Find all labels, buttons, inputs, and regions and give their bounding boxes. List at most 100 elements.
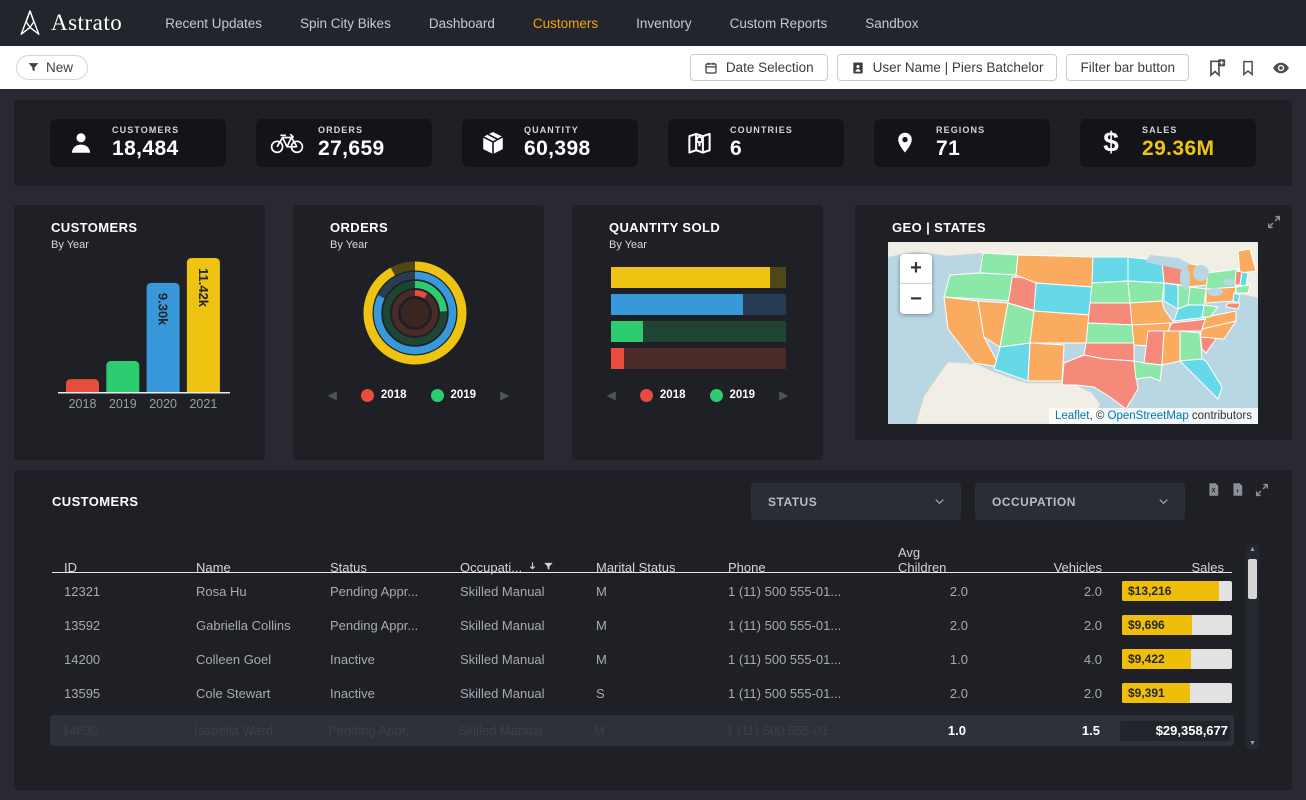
orders-chart-panel: ORDERS By Year ◀20182019▶ [293, 205, 544, 460]
nav-item-sandbox[interactable]: Sandbox [846, 16, 937, 31]
chart-subtitle: By Year [609, 239, 647, 251]
kpi-tile-orders: ORDERS 27,659 [256, 119, 432, 167]
cell-sales: $13,216 [1110, 581, 1232, 601]
us-states-map[interactable]: + − Leaflet, © OpenStreetMap contributor… [888, 242, 1258, 424]
sales-value: $13,216 [1128, 584, 1171, 598]
total-sales: $29,358,677 [1108, 721, 1230, 741]
kpi-text: REGIONS71 [936, 125, 985, 161]
occupation-filter-dropdown[interactable]: OCCUPATION [975, 483, 1185, 520]
cell-status: Pending Appr... [318, 618, 448, 633]
sort-desc-icon[interactable] [527, 560, 538, 575]
legend-entry-2019[interactable]: 2019 [710, 389, 756, 402]
bar-value-label: 9.30k [156, 293, 171, 326]
filter-bar-label: Filter bar button [1080, 60, 1175, 75]
qty-bar-2019[interactable] [611, 321, 786, 342]
eye-icon[interactable] [1270, 59, 1292, 77]
nav-item-custom-reports[interactable]: Custom Reports [711, 16, 847, 31]
qty-bar-2018[interactable] [611, 348, 786, 369]
kpi-text: COUNTRIES6 [730, 125, 793, 161]
kpi-label: COUNTRIES [730, 125, 793, 135]
new-filter-button[interactable]: New [16, 55, 88, 80]
qty-bar-2021[interactable] [611, 267, 786, 288]
cell-phone: 1 (11) 500 555-01... [716, 652, 898, 667]
cell-vehicles: 2.0 [976, 618, 1110, 633]
cell-avg-children: 1.0 [898, 652, 976, 667]
kpi-tile-countries: COUNTRIES6 [668, 119, 844, 167]
bar-2019[interactable] [106, 361, 139, 392]
bookmark-icon[interactable] [1239, 58, 1257, 78]
filter-funnel-icon [27, 61, 40, 74]
table-row[interactable]: 14200Colleen GoelInactiveSkilled ManualM… [52, 642, 1232, 676]
orders-radial-chart[interactable] [293, 205, 544, 460]
export-csv-icon[interactable]: , [1230, 481, 1245, 498]
qty-bar-fill-2020 [611, 294, 743, 315]
nav-item-spin-city-bikes[interactable]: Spin City Bikes [281, 16, 410, 31]
nav-items: Recent UpdatesSpin City BikesDashboardCu… [146, 16, 937, 31]
table-row[interactable]: 13592Gabriella CollinsPending Appr...Ski… [52, 608, 1232, 642]
table-totals-row: 14830Isabella WardPending Appr...Skilled… [50, 715, 1234, 746]
export-excel-icon[interactable]: X [1206, 481, 1221, 498]
user-name-button[interactable]: User Name | Piers Batchelor [837, 54, 1058, 81]
kpi-value: 27,659 [318, 137, 385, 161]
filter-bar-button[interactable]: Filter bar button [1066, 54, 1189, 81]
quantity-bars[interactable] [611, 267, 786, 375]
cell-occupation: Skilled Manual [448, 584, 584, 599]
status-filter-dropdown[interactable]: STATUS [751, 483, 961, 520]
sales-bar: $9,696 [1122, 615, 1232, 635]
new-filter-label: New [46, 60, 73, 75]
kpi-label: QUANTITY [524, 125, 591, 135]
dollar-icon: $ [1080, 129, 1142, 157]
zoom-in-button[interactable]: + [900, 254, 932, 284]
ghost-occupation: Skilled Manual [446, 723, 582, 738]
zoom-out-button[interactable]: − [900, 284, 932, 314]
expand-icon[interactable] [1266, 214, 1282, 230]
total-sales-value: $29,358,677 [1156, 723, 1228, 738]
nav-item-dashboard[interactable]: Dashboard [410, 16, 514, 31]
legend-entry-2018[interactable]: 2018 [640, 389, 686, 402]
svg-text:$: $ [1103, 129, 1119, 157]
cell-id: 14200 [52, 652, 184, 667]
scroll-up-arrow[interactable]: ▲ [1249, 546, 1256, 554]
qty-bar-2020[interactable] [611, 294, 786, 315]
legend-prev-arrow[interactable]: ◀ [328, 388, 337, 402]
x-axis-label: 2021 [189, 397, 217, 411]
total-avg-children: 1.0 [896, 723, 974, 738]
legend-next-arrow[interactable]: ▶ [500, 388, 509, 402]
expand-icon[interactable] [1254, 482, 1270, 498]
attribution-link[interactable]: Leaflet [1055, 410, 1090, 422]
attribution-link[interactable]: OpenStreetMap [1108, 410, 1189, 422]
nav-item-inventory[interactable]: Inventory [617, 16, 711, 31]
scroll-down-arrow[interactable]: ▼ [1249, 740, 1256, 748]
kpi-text: QUANTITY60,398 [524, 125, 591, 161]
date-selection-button[interactable]: Date Selection [690, 54, 828, 81]
scroll-thumb[interactable] [1248, 559, 1257, 599]
table-scrollbar[interactable]: ▲ ▼ [1246, 545, 1259, 749]
brand[interactable]: Astrato [18, 9, 122, 37]
ghost-name: Isabella Ward [182, 723, 316, 738]
bar-2018[interactable] [66, 379, 99, 392]
choropleth-map[interactable] [888, 242, 1258, 424]
legend-entry-2018[interactable]: 2018 [361, 389, 407, 402]
kpi-label: ORDERS [318, 125, 385, 135]
sales-bar: $9,422 [1122, 649, 1232, 669]
person-icon [50, 130, 112, 156]
legend-next-arrow[interactable]: ▶ [779, 388, 788, 402]
cell-marital-status: S [584, 686, 716, 701]
legend-entry-2019[interactable]: 2019 [431, 389, 477, 402]
table-row[interactable]: 13595Cole StewartInactiveSkilled ManualS… [52, 676, 1232, 710]
cell-phone: 1 (11) 500 555-01... [716, 584, 898, 599]
table-row[interactable]: 12321Rosa HuPending Appr...Skilled Manua… [52, 574, 1232, 608]
map-attribution: Leaflet, © OpenStreetMap contributors [1049, 408, 1258, 424]
nav-item-customers[interactable]: Customers [514, 16, 617, 31]
bookmark-add-icon[interactable] [1206, 58, 1226, 78]
kpi-text: SALES29.36M [1142, 125, 1214, 161]
nav-item-recent-updates[interactable]: Recent Updates [146, 16, 281, 31]
column-filter-icon[interactable] [543, 560, 554, 575]
legend-label: 2019 [730, 389, 756, 401]
legend-label: 2019 [451, 389, 477, 401]
legend-dot [710, 389, 723, 402]
sales-value: $9,422 [1128, 652, 1165, 666]
filter-toolbar: New Date Selection User Name | Piers Bat… [0, 46, 1306, 89]
legend-prev-arrow[interactable]: ◀ [607, 388, 616, 402]
table-title: CUSTOMERS [52, 494, 138, 509]
